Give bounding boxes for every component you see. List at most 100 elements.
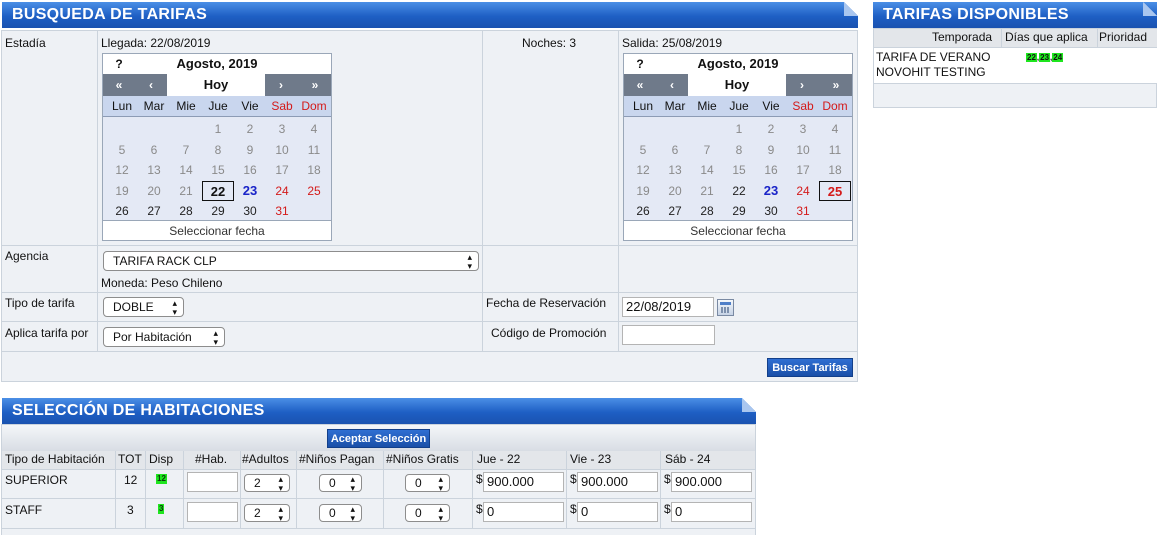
calendar-day[interactable]: 26 [627,201,659,221]
calendar-day[interactable]: 17 [266,160,298,180]
prev-month-button[interactable]: ‹ [656,74,688,96]
calendar-day[interactable]: 28 [691,201,723,221]
calendar-day[interactable]: 28 [170,201,202,221]
next-month-button[interactable]: › [786,74,818,96]
calendar-day[interactable]: 14 [691,160,723,180]
next-year-button[interactable]: » [299,74,331,96]
buscar-tarifas-button[interactable]: Buscar Tarifas [767,358,853,377]
room-hab-input[interactable] [187,502,238,522]
calendar-day[interactable]: 19 [627,181,659,201]
calendar-day[interactable]: 13 [138,160,170,180]
weekday-label: Mar [143,99,165,113]
calendar-day[interactable]: 27 [659,201,691,221]
today-button[interactable]: Hoy [688,74,786,96]
calendar-day[interactable]: 24 [266,181,298,201]
calendar-day[interactable]: 11 [819,140,851,160]
calendar-day[interactable]: 16 [755,160,787,180]
calendar-day[interactable]: 15 [202,160,234,180]
calendar-day[interactable]: 4 [298,119,330,139]
calendar-day[interactable]: 23 [234,181,266,201]
calendar-day[interactable]: 9 [234,140,266,160]
calendar-day[interactable]: 31 [787,201,819,221]
calendar-day[interactable]: 25 [819,180,851,201]
calendar-day[interactable]: 9 [755,140,787,160]
calendar-day[interactable]: 26 [106,201,138,221]
price-input[interactable]: 900.000 [483,472,564,492]
calendar-day[interactable]: 21 [691,181,723,201]
calendar-day[interactable]: 19 [106,181,138,201]
price-input[interactable]: 0 [483,502,564,522]
ninos-gratis-select[interactable]: 0 ▴ ▾ [405,504,450,523]
calendar-day[interactable]: 6 [138,140,170,160]
calendar-day[interactable]: 30 [234,201,266,221]
aplica-select[interactable]: Por Habitación ▴ ▾ [103,327,225,347]
calendar-day[interactable]: 4 [819,119,851,139]
aceptar-seleccion-button[interactable]: Aceptar Selección [327,429,430,448]
price-input[interactable]: 900.000 [671,472,752,492]
agencia-select[interactable]: TARIFA RACK CLP ▴ ▾ [103,251,479,271]
price-input[interactable]: 0 [671,502,752,522]
adultos-select[interactable]: 2 ▴ ▾ [244,504,290,523]
promo-input[interactable] [622,325,715,345]
calendar-day[interactable]: 3 [266,119,298,139]
room-hab-input[interactable] [187,472,238,492]
fecha-reserva-input[interactable]: 22/08/2019 [622,297,714,317]
calendar-day[interactable]: 29 [723,201,755,221]
next-year-button[interactable]: » [820,74,852,96]
calendar-day[interactable]: 1 [202,119,234,139]
calendar-day[interactable]: 5 [106,140,138,160]
calendar-day[interactable]: 6 [659,140,691,160]
calendar-day[interactable]: 12 [627,160,659,180]
calendar-day[interactable]: 27 [138,201,170,221]
price-input[interactable]: 900.000 [577,472,658,492]
calendar-day[interactable]: 3 [787,119,819,139]
calendar-day[interactable]: 30 [755,201,787,221]
calendar-day[interactable]: 1 [723,119,755,139]
calendar-day[interactable]: 23 [755,181,787,201]
currency-symbol: $ [664,472,671,486]
calendar-nav: « ‹ Hoy › » [624,74,852,96]
ninos-pagan-select[interactable]: 0 ▴ ▾ [319,504,362,523]
prev-year-button[interactable]: « [624,74,656,96]
calendar-day[interactable]: 7 [691,140,723,160]
calendar-day[interactable]: 18 [298,160,330,180]
calendar-day[interactable]: 29 [202,201,234,221]
next-month-button[interactable]: › [265,74,297,96]
tipo-tarifa-select[interactable]: DOBLE ▴ ▾ [103,297,184,317]
ninos-pagan-select[interactable]: 0 ▴ ▾ [319,474,362,493]
calendar-day[interactable]: 8 [723,140,755,160]
calendar-day[interactable]: 22 [202,180,234,201]
calendar-day[interactable]: 25 [298,181,330,201]
calendar-day[interactable]: 13 [659,160,691,180]
calendar-day[interactable]: 5 [627,140,659,160]
calendar-day[interactable]: 8 [202,140,234,160]
calendar-day[interactable]: 31 [266,201,298,221]
calendar-day[interactable]: 10 [266,140,298,160]
calendar-day[interactable]: 20 [138,181,170,201]
ninos-gratis-select[interactable]: 0 ▴ ▾ [405,474,450,493]
calendar-day[interactable]: 2 [755,119,787,139]
price-input[interactable]: 0 [577,502,658,522]
calendar-day[interactable]: 12 [106,160,138,180]
calendar-day[interactable]: 15 [723,160,755,180]
calendar-day[interactable]: 21 [170,181,202,201]
calendar-day[interactable]: 7 [170,140,202,160]
calendar-day[interactable]: 2 [234,119,266,139]
calendar-day[interactable]: 24 [787,181,819,201]
calendar-day[interactable]: 22 [723,181,755,201]
calendar-day[interactable]: 16 [234,160,266,180]
calendar-day[interactable]: 18 [819,160,851,180]
calendar-day[interactable]: 14 [170,160,202,180]
today-button[interactable]: Hoy [167,74,265,96]
calendar-day[interactable]: 17 [787,160,819,180]
calendar-help-button[interactable]: ? [103,54,135,74]
calendar-help-button[interactable]: ? [624,54,656,74]
calendar-day[interactable]: 10 [787,140,819,160]
prev-month-button[interactable]: ‹ [135,74,167,96]
calendar-day[interactable]: 11 [298,140,330,160]
adultos-select[interactable]: 2 ▴ ▾ [244,474,290,493]
col-prioridad: Prioridad [1099,30,1148,44]
calendar-picker-icon[interactable] [717,299,734,316]
prev-year-button[interactable]: « [103,74,135,96]
calendar-day[interactable]: 20 [659,181,691,201]
